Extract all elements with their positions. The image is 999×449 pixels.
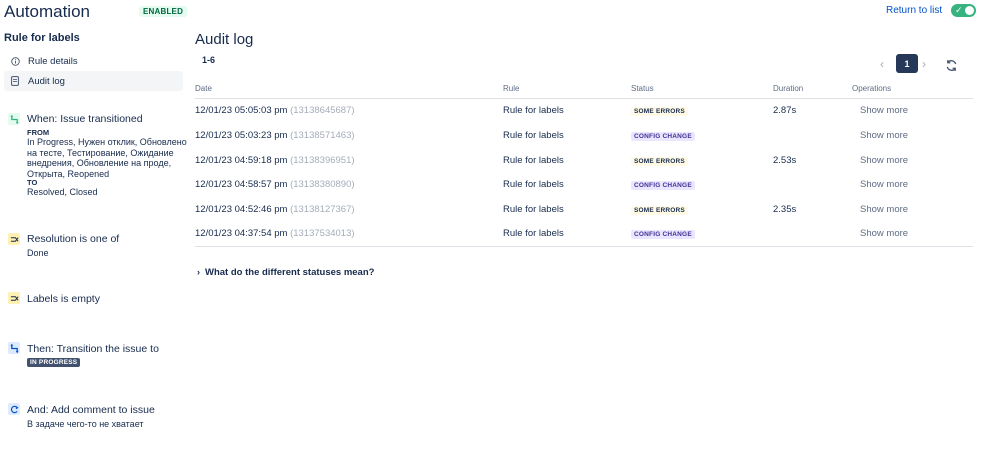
status-lozenge: SOME ERRORS (631, 157, 688, 166)
chevron-left-icon[interactable]: ‹ (880, 57, 884, 71)
execution-date: 12/01/23 04:37:54 pm (13137534013) (195, 228, 355, 239)
nav-audit-log[interactable]: Audit log (4, 71, 183, 91)
status-lozenge: SOME ERRORS (631, 107, 688, 116)
page-button-current[interactable]: 1 (896, 54, 918, 73)
statuses-help-label: What do the different statuses mean? (205, 267, 375, 278)
app-title: Automation (4, 2, 90, 21)
execution-date: 12/01/23 04:58:57 pm (13138380890) (195, 179, 355, 190)
nav-rule-details[interactable]: Rule details (4, 51, 183, 71)
condition-icon (8, 233, 20, 245)
status-lozenge: CONFIG CHANGE (631, 230, 695, 239)
action-step-title[interactable]: And: Add comment to issue (27, 404, 155, 416)
status-lozenge: CONFIG CHANGE (631, 132, 695, 141)
rule-cell: Rule for labels (503, 179, 564, 190)
from-statuses: In Progress, Нужен отклик, Обновлено на … (27, 137, 187, 179)
execution-id: (13138380890) (290, 179, 355, 190)
comment-text: В задаче чего-то не хватает (27, 419, 144, 429)
return-to-list-link[interactable]: Return to list (886, 5, 942, 16)
action-step-title[interactable]: Then: Transition the issue to (27, 343, 159, 355)
show-more-link[interactable]: Show more (860, 204, 908, 215)
divider (195, 98, 973, 99)
condition-step-title[interactable]: Resolution is one of (27, 233, 119, 245)
rule-enabled-toggle[interactable]: ✓ (951, 4, 976, 17)
from-label: FROM (27, 128, 50, 137)
chevron-right-icon[interactable]: › (922, 57, 926, 71)
status-lozenge: SOME ERRORS (631, 206, 688, 215)
show-more-link[interactable]: Show more (860, 130, 908, 141)
rule-cell: Rule for labels (503, 155, 564, 166)
show-more-link[interactable]: Show more (860, 179, 908, 190)
info-icon (10, 56, 20, 66)
status-badge: ENABLED (139, 6, 188, 17)
rule-cell: Rule for labels (503, 228, 564, 239)
rule-cell: Rule for labels (503, 204, 564, 215)
column-header-date: Date (195, 84, 212, 93)
status-lozenge: IN PROGRESS (27, 358, 81, 367)
condition-step-title[interactable]: Labels is empty (27, 293, 100, 305)
condition-detail: Done (27, 248, 49, 258)
trigger-step-title[interactable]: When: Issue transitioned (27, 113, 143, 125)
statuses-help-expander[interactable]: › What do the different statuses mean? (197, 267, 374, 278)
rule-name: Rule for labels (4, 32, 80, 44)
transition-icon (8, 342, 20, 354)
rule-cell: Rule for labels (503, 105, 564, 116)
rule-cell: Rule for labels (503, 130, 564, 141)
duration-cell: 2.53s (773, 155, 797, 166)
document-icon (10, 76, 20, 86)
chevron-right-icon: › (197, 267, 200, 277)
execution-date: 12/01/23 05:05:03 pm (13138645687) (195, 105, 355, 116)
execution-id: (13138396951) (290, 155, 355, 166)
show-more-link[interactable]: Show more (860, 155, 908, 166)
divider (195, 246, 973, 247)
column-header-rule: Rule (503, 84, 520, 93)
check-icon: ✓ (955, 5, 963, 15)
page-title: Audit log (195, 31, 254, 48)
to-label: TO (27, 178, 38, 187)
nav-label: Audit log (28, 75, 65, 87)
execution-date: 12/01/23 05:03:23 pm (13138571463) (195, 130, 355, 141)
to-statuses: Resolved, Closed (27, 187, 98, 197)
refresh-icon[interactable] (945, 59, 958, 77)
toggle-knob (965, 6, 974, 15)
execution-date: 12/01/23 04:52:46 pm (13138127367) (195, 204, 355, 215)
column-header-operations: Operations (852, 84, 892, 93)
status-lozenge: CONFIG CHANGE (631, 181, 695, 190)
comment-action-icon (8, 403, 20, 415)
show-more-link[interactable]: Show more (860, 105, 908, 116)
show-more-link[interactable]: Show more (860, 228, 908, 239)
transition-icon (8, 113, 20, 125)
execution-id: (13138127367) (290, 204, 355, 215)
duration-cell: 2.87s (773, 105, 797, 116)
column-header-duration: Duration (773, 84, 804, 93)
duration-cell: 2.35s (773, 204, 797, 215)
result-range: 1-6 (202, 55, 216, 65)
execution-date: 12/01/23 04:59:18 pm (13138396951) (195, 155, 355, 166)
execution-id: (13138645687) (290, 105, 355, 116)
nav-label: Rule details (28, 55, 78, 67)
column-header-status: Status (631, 84, 654, 93)
execution-id: (13138571463) (290, 130, 355, 141)
condition-icon (8, 292, 20, 304)
execution-id: (13137534013) (290, 228, 355, 239)
